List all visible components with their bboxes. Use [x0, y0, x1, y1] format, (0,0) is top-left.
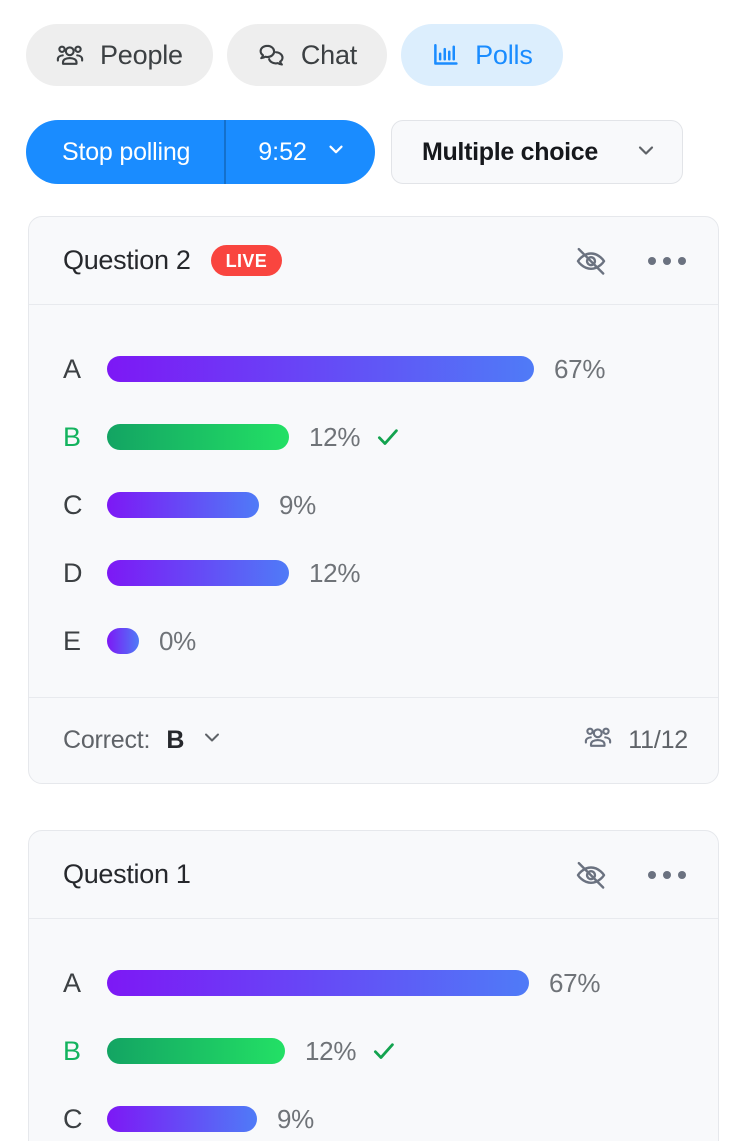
option-percent: 9%: [277, 1103, 314, 1134]
dot: [648, 870, 656, 879]
poll-option-row: E 0%: [29, 607, 718, 675]
chevron-down-icon: [325, 138, 347, 167]
option-bar: [107, 424, 289, 450]
poll-card-header: Question 1: [29, 831, 718, 919]
option-letter: B: [63, 421, 81, 452]
option-bar: [107, 560, 289, 586]
poll-card-footer: Correct: B 11/12: [29, 697, 718, 783]
panel-tabs: People Chat Polls: [0, 0, 747, 86]
option-letter: A: [63, 967, 81, 998]
option-bar: [107, 628, 139, 654]
tab-polls[interactable]: Polls: [401, 24, 563, 86]
option-percent: 12%: [309, 557, 361, 588]
option-letter: A: [63, 353, 81, 384]
eye-off-icon[interactable]: [574, 244, 608, 278]
poll-option-row: C 9%: [29, 471, 718, 539]
poll-option-row: D 12%: [29, 539, 718, 607]
option-percent: 67%: [554, 353, 606, 384]
dot: [678, 870, 686, 879]
more-options-icon[interactable]: [644, 861, 690, 889]
option-percent: 0%: [159, 625, 196, 656]
option-letter: C: [63, 489, 83, 520]
correct-check-icon: [370, 1037, 398, 1065]
poll-card: Question 1 A 67% B 12% C 9%: [28, 830, 719, 1141]
option-bar: [107, 356, 534, 382]
option-percent: 12%: [309, 421, 361, 452]
bar-chart-icon: [431, 40, 461, 70]
participants-value: 11/12: [628, 726, 688, 754]
eye-off-icon[interactable]: [574, 858, 608, 892]
poll-option-row: C 9%: [29, 1085, 718, 1141]
option-percent: 67%: [549, 967, 601, 998]
dot: [663, 870, 671, 879]
stop-polling-button[interactable]: Stop polling: [26, 120, 224, 184]
stop-polling-group: Stop polling 9:52: [26, 120, 375, 184]
poll-option-row: A 67%: [29, 949, 718, 1017]
poll-question-title: Question 1: [63, 859, 191, 889]
option-letter: B: [63, 1035, 81, 1066]
poll-results-chart: A 67% B 12% C 9%: [29, 919, 718, 1141]
poll-type-select[interactable]: Multiple choice: [390, 120, 683, 184]
poll-type-value: Multiple choice: [421, 137, 599, 166]
tab-people[interactable]: People: [26, 24, 213, 86]
option-bar: [107, 1106, 257, 1132]
poll-controls: Stop polling 9:52 Multiple choice: [0, 86, 747, 184]
correct-check-icon: [374, 423, 402, 451]
dot: [663, 256, 671, 265]
tab-polls-label: Polls: [475, 39, 533, 70]
poll-timer-value: 9:52: [258, 137, 307, 166]
poll-timer-dropdown[interactable]: 9:52: [226, 120, 375, 184]
option-bar: [107, 1038, 285, 1064]
participants-count: 11/12: [584, 722, 688, 759]
people-icon: [584, 722, 614, 759]
correct-answer-dropdown[interactable]: Correct: B: [63, 725, 224, 756]
chat-bubbles-icon: [257, 40, 287, 70]
poll-question-title: Question 2: [63, 245, 191, 275]
option-letter: D: [63, 557, 83, 588]
poll-option-row: B 12%: [29, 1017, 718, 1085]
tab-chat-label: Chat: [300, 39, 358, 70]
poll-option-row: B 12%: [29, 403, 718, 471]
option-percent: 9%: [279, 489, 316, 520]
polls-panel: People Chat Polls Stop polling 9:52 Mult…: [0, 0, 747, 1141]
status-badge-live: LIVE: [210, 245, 283, 276]
poll-option-row: A 67%: [29, 335, 718, 403]
tab-chat[interactable]: Chat: [226, 24, 388, 86]
people-icon: [56, 40, 86, 70]
option-letter: E: [63, 625, 81, 656]
correct-answer-prefix: Correct:: [63, 726, 151, 754]
poll-card: Question 2 LIVE A 67% B 12% C 9% D 12% E…: [28, 216, 719, 784]
tab-people-label: People: [100, 39, 183, 70]
poll-cards-list: Question 2 LIVE A 67% B 12% C 9% D 12% E…: [0, 184, 747, 1141]
poll-card-header: Question 2 LIVE: [29, 217, 718, 305]
chevron-down-icon: [634, 138, 658, 167]
more-options-icon[interactable]: [644, 247, 690, 275]
option-letter: C: [63, 1103, 83, 1134]
chevron-down-icon: [200, 725, 224, 756]
poll-results-chart: A 67% B 12% C 9%: [29, 305, 718, 697]
option-bar: [107, 970, 529, 996]
option-bar: [107, 492, 259, 518]
correct-answer-value: B: [166, 726, 185, 754]
option-percent: 12%: [305, 1035, 357, 1066]
dot: [648, 256, 656, 265]
dot: [678, 256, 686, 265]
